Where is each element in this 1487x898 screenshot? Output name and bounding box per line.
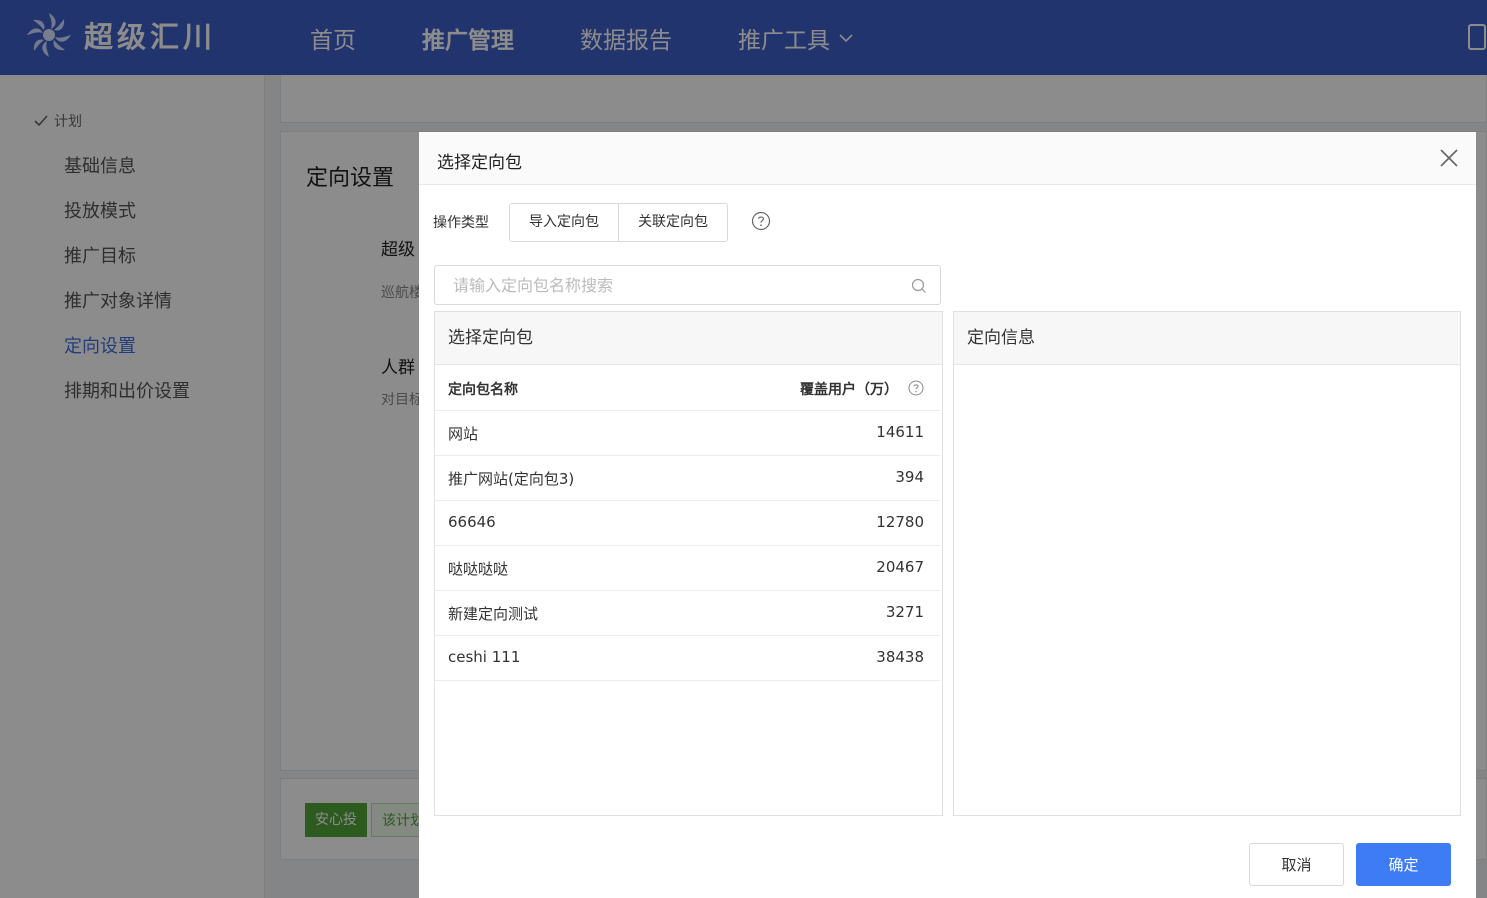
table-row[interactable]: ceshi 111 38438 (435, 636, 940, 681)
help-icon[interactable] (751, 211, 771, 231)
cancel-button[interactable]: 取消 (1249, 843, 1344, 886)
operation-type-toggle: 导入定向包 关联定向包 (509, 203, 728, 242)
package-name: 新建定向测试 (448, 605, 539, 623)
package-name: 哒哒哒哒 (448, 560, 509, 578)
package-coverage: 3271 (885, 603, 924, 621)
table-row[interactable]: 66646 12780 (435, 501, 940, 546)
package-coverage: 14611 (876, 423, 924, 441)
panel-title: 选择定向包 (435, 312, 942, 365)
operation-type-label: 操作类型 (433, 215, 489, 231)
panel-title: 定向信息 (954, 312, 1460, 365)
table-row[interactable]: 哒哒哒哒 20467 (435, 546, 940, 591)
select-targeting-package-dialog: 选择定向包 操作类型 导入定向包 关联定向包 选择定向包 定向包名称 覆盖用户（… (419, 132, 1476, 898)
package-name: 网站 (448, 425, 479, 443)
package-coverage: 394 (895, 468, 924, 486)
targeting-info-panel: 定向信息 (953, 311, 1461, 816)
table-row[interactable]: 新建定向测试 3271 (435, 591, 940, 636)
table-header: 定向包名称 覆盖用户（万） (435, 365, 940, 411)
package-coverage: 20467 (876, 558, 924, 576)
column-header-coverage: 覆盖用户（万） (800, 382, 898, 398)
package-search (434, 265, 941, 305)
search-input[interactable] (435, 266, 875, 304)
package-name: 推广网站(定向包3) (448, 470, 575, 488)
package-name: 66646 (448, 513, 496, 531)
link-package-button[interactable]: 关联定向包 (618, 204, 727, 241)
dialog-title: 选择定向包 (437, 153, 522, 173)
table-row[interactable]: 网站 14611 (435, 411, 940, 456)
package-coverage: 12780 (876, 513, 924, 531)
column-header-name: 定向包名称 (448, 382, 518, 398)
package-list-panel: 选择定向包 定向包名称 覆盖用户（万） 网站 14611 推广网站(定向包3) … (434, 311, 943, 816)
dialog-header: 选择定向包 (419, 132, 1476, 185)
search-icon[interactable] (910, 277, 928, 295)
close-icon[interactable] (1438, 147, 1460, 169)
confirm-button[interactable]: 确定 (1356, 843, 1451, 886)
import-package-button[interactable]: 导入定向包 (510, 204, 618, 241)
table-row[interactable]: 推广网站(定向包3) 394 (435, 456, 940, 501)
package-name: ceshi 111 (448, 648, 521, 666)
package-coverage: 38438 (876, 648, 924, 666)
help-icon[interactable] (908, 380, 924, 396)
